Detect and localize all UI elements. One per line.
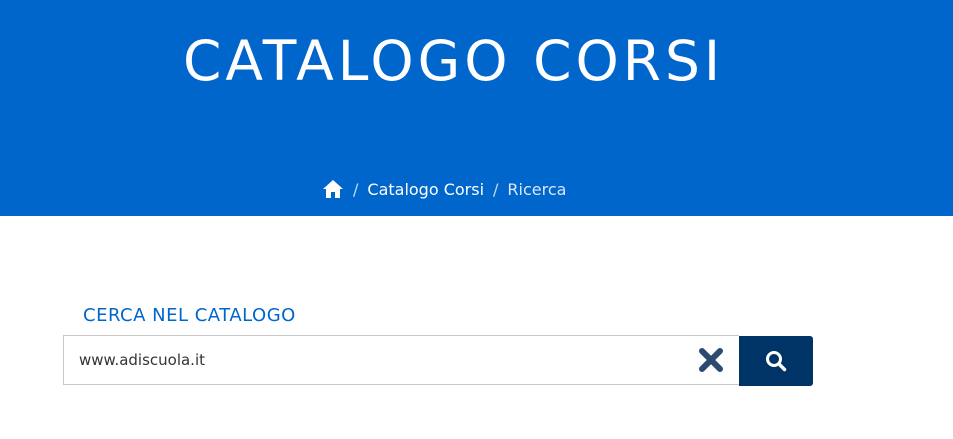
breadcrumb-item-ricerca: Ricerca <box>507 179 567 199</box>
page-title: CATALOGO CORSI <box>183 29 725 93</box>
search-section-label: CERCA NEL CATALOGO <box>83 305 296 326</box>
close-icon[interactable] <box>697 346 725 374</box>
search-field-container <box>63 335 739 385</box>
breadcrumb: / Catalogo Corsi / Ricerca <box>322 176 566 202</box>
search-icon <box>765 350 787 372</box>
home-icon[interactable] <box>322 179 344 199</box>
search-input[interactable] <box>79 336 679 384</box>
breadcrumb-separator: / <box>353 179 359 199</box>
page-header-banner: CATALOGO CORSI / Catalogo Corsi / Ricerc… <box>0 0 953 216</box>
breadcrumb-item-catalogo-corsi[interactable]: Catalogo Corsi <box>367 180 484 199</box>
search-button[interactable] <box>739 336 813 386</box>
breadcrumb-separator: / <box>493 179 499 199</box>
